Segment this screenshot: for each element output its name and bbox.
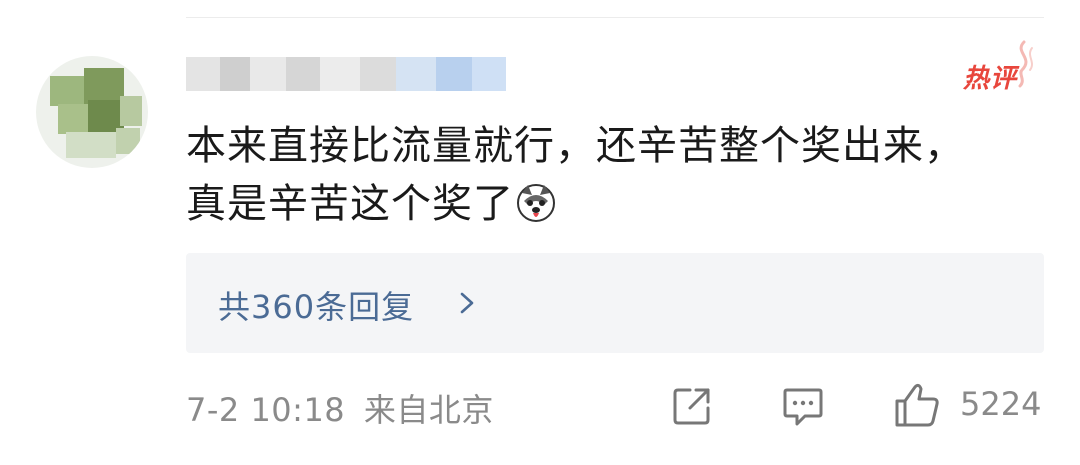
- avatar[interactable]: [36, 56, 148, 168]
- comment-text-line2-text: 真是辛苦这个奖了: [186, 181, 514, 227]
- thumbs-up-icon[interactable]: [893, 381, 941, 429]
- top-divider: [186, 17, 1044, 18]
- view-replies-button[interactable]: 共360条回复: [186, 253, 1044, 353]
- husky-dog-emoji-icon: [517, 184, 555, 222]
- comment-text: 本来直接比流量就行，还辛苦整个奖出来， 真是辛苦这个奖了: [186, 117, 1046, 233]
- location: 来自北京: [363, 391, 494, 429]
- share-external-icon[interactable]: [670, 384, 714, 428]
- comment-meta: 7-2 10:18 来自北京: [186, 385, 494, 431]
- like-count: 5224: [960, 385, 1042, 423]
- chevron-right-icon: [460, 292, 474, 314]
- username-blurred[interactable]: [186, 57, 506, 91]
- timestamp: 7-2 10:18: [186, 391, 346, 429]
- comment-text-line2: 真是辛苦这个奖了: [186, 175, 1046, 233]
- comment-text-line1: 本来直接比流量就行，还辛苦整个奖出来，: [186, 123, 965, 169]
- hot-comment-badge: 热评: [963, 64, 1018, 94]
- replies-count-label: 共360条回复: [218, 288, 415, 326]
- comment-bubble-icon[interactable]: [781, 384, 825, 428]
